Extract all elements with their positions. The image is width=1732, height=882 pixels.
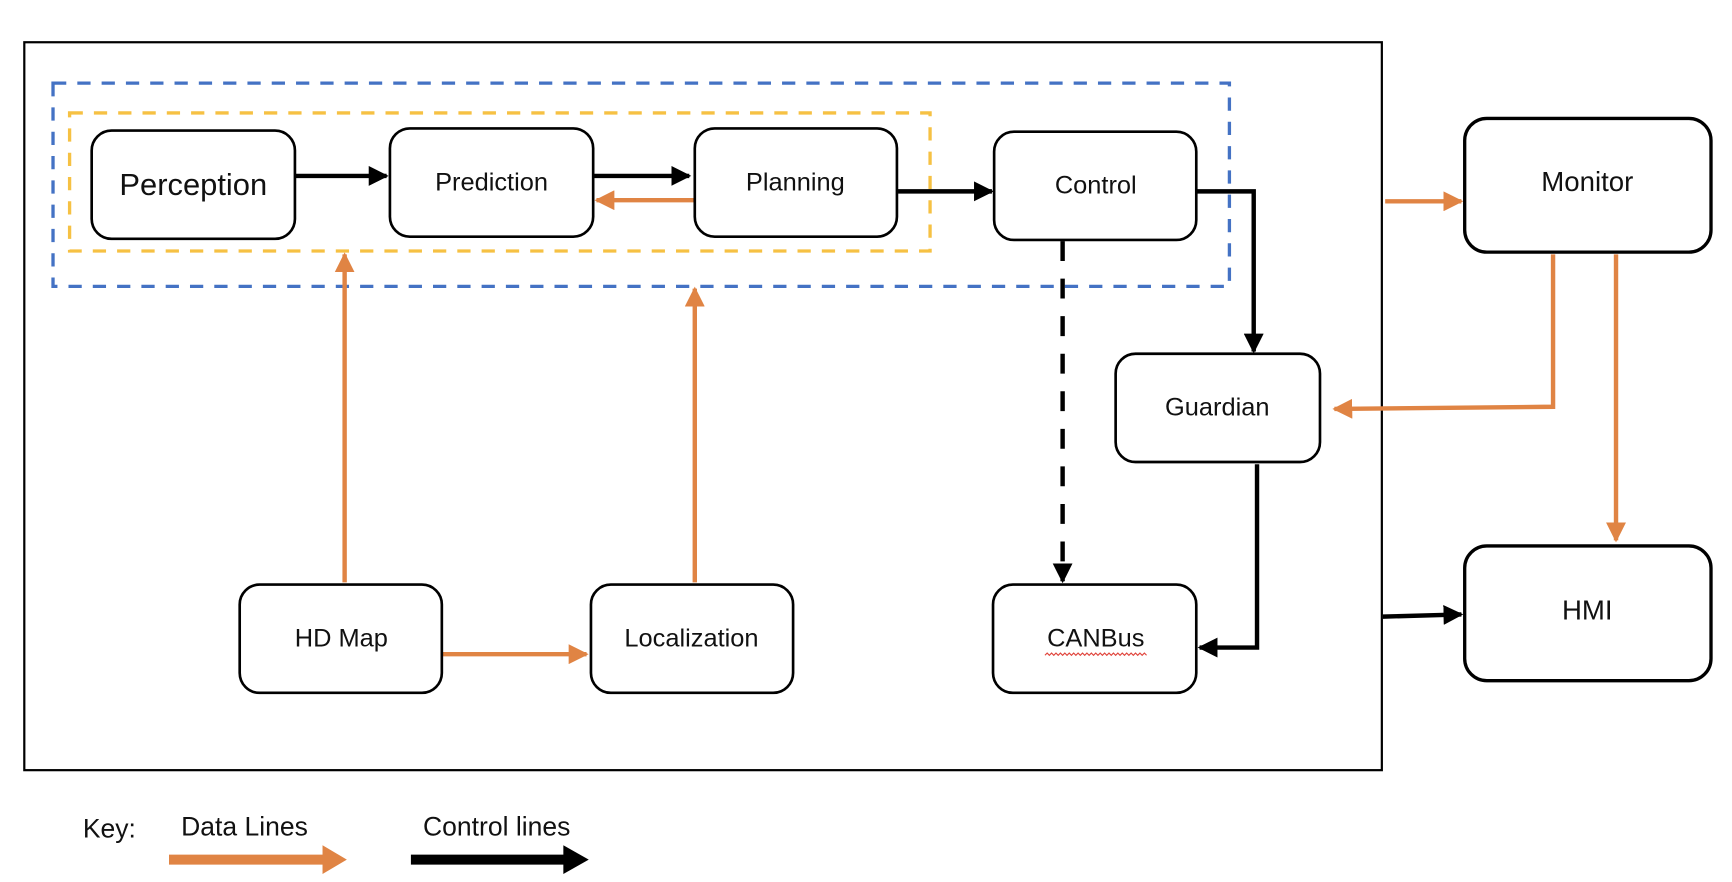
- legend-data-label: Data Lines: [181, 811, 308, 841]
- architecture-diagram: Perception Prediction Planning Control G…: [23, 41, 1713, 874]
- legend: Key: Data Lines Control lines: [83, 811, 589, 874]
- edge-guardian-canbus: [1197, 464, 1260, 658]
- node-label: Localization: [624, 625, 758, 653]
- node-prediction[interactable]: Prediction: [388, 127, 595, 238]
- edge-monitor-guardian: [1332, 254, 1556, 419]
- node-localization[interactable]: Localization: [589, 583, 795, 695]
- legend-control-arrowhead: [563, 845, 589, 874]
- node-label: CANBus: [1047, 625, 1144, 653]
- node-monitor[interactable]: Monitor: [1463, 116, 1713, 254]
- legend-control-label: Control lines: [423, 811, 570, 841]
- node-canbus[interactable]: CANBus: [991, 583, 1198, 695]
- legend-title: Key:: [83, 814, 136, 844]
- node-label: Prediction: [435, 168, 548, 196]
- edge-control-guardian: [1197, 189, 1264, 354]
- node-hmi[interactable]: HMI: [1463, 544, 1713, 683]
- node-control[interactable]: Control: [992, 130, 1198, 242]
- node-guardian[interactable]: Guardian: [1114, 352, 1322, 464]
- node-hdmap[interactable]: HD Map: [238, 583, 444, 695]
- node-planning[interactable]: Planning: [693, 127, 899, 238]
- node-label: HD Map: [295, 625, 388, 653]
- legend-data-arrowhead: [322, 845, 347, 874]
- node-label: Perception: [119, 167, 267, 202]
- node-label: Planning: [746, 168, 845, 196]
- node-label: Monitor: [1541, 166, 1633, 197]
- node-label: HMI: [1562, 595, 1613, 626]
- node-perception[interactable]: Perception: [90, 129, 297, 241]
- edge-system-hmi: [1382, 604, 1464, 625]
- node-label: Guardian: [1165, 394, 1269, 422]
- node-label: Control: [1055, 172, 1137, 200]
